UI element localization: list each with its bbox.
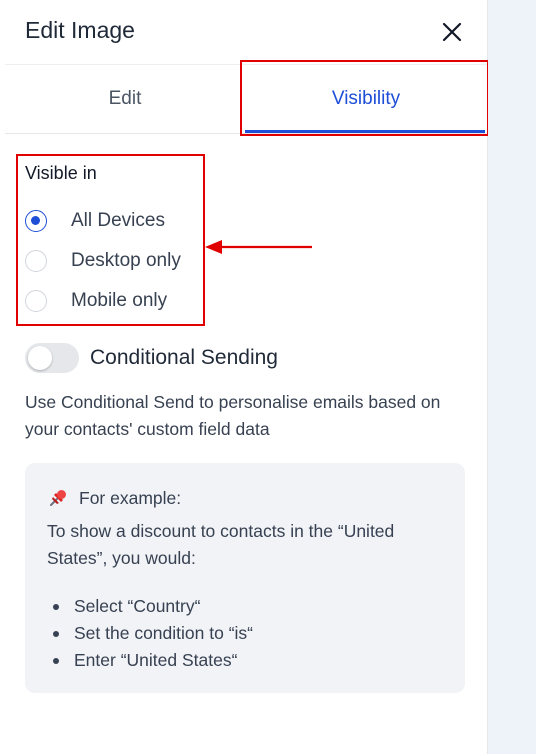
annotation-highlight-tab <box>240 60 489 136</box>
pushpin-icon <box>50 490 66 506</box>
tab-edit[interactable]: Edit <box>5 65 245 133</box>
example-card: For example: To show a discount to conta… <box>25 463 465 693</box>
close-button[interactable] <box>438 18 466 46</box>
example-heading-text: For example: <box>79 487 182 508</box>
example-steps: Select “Country“ Set the condition to “i… <box>47 593 253 674</box>
example-intro: To show a discount to contacts in the “U… <box>47 521 395 568</box>
conditional-sending-row: Conditional Sending <box>25 342 278 374</box>
conditional-sending-toggle[interactable] <box>25 343 79 373</box>
list-item: Set the condition to “is“ <box>47 620 253 647</box>
edit-image-panel: Edit Image Edit Visibility Visible in Al… <box>0 0 489 754</box>
conditional-sending-label: Conditional Sending <box>90 346 278 369</box>
conditional-description: Use Conditional Send to personalise emai… <box>25 392 441 439</box>
toggle-knob <box>28 346 52 370</box>
panel-header: Edit Image <box>0 0 487 64</box>
annotation-arrow-icon <box>205 240 312 254</box>
example-heading: For example: <box>47 487 181 509</box>
list-item: Select “Country“ <box>47 593 253 620</box>
panel-title: Edit Image <box>25 17 135 43</box>
list-item: Enter “United States“ <box>47 647 253 674</box>
annotation-highlight-visibility <box>16 154 205 326</box>
editor-canvas-area <box>488 0 536 754</box>
close-icon <box>442 22 462 42</box>
